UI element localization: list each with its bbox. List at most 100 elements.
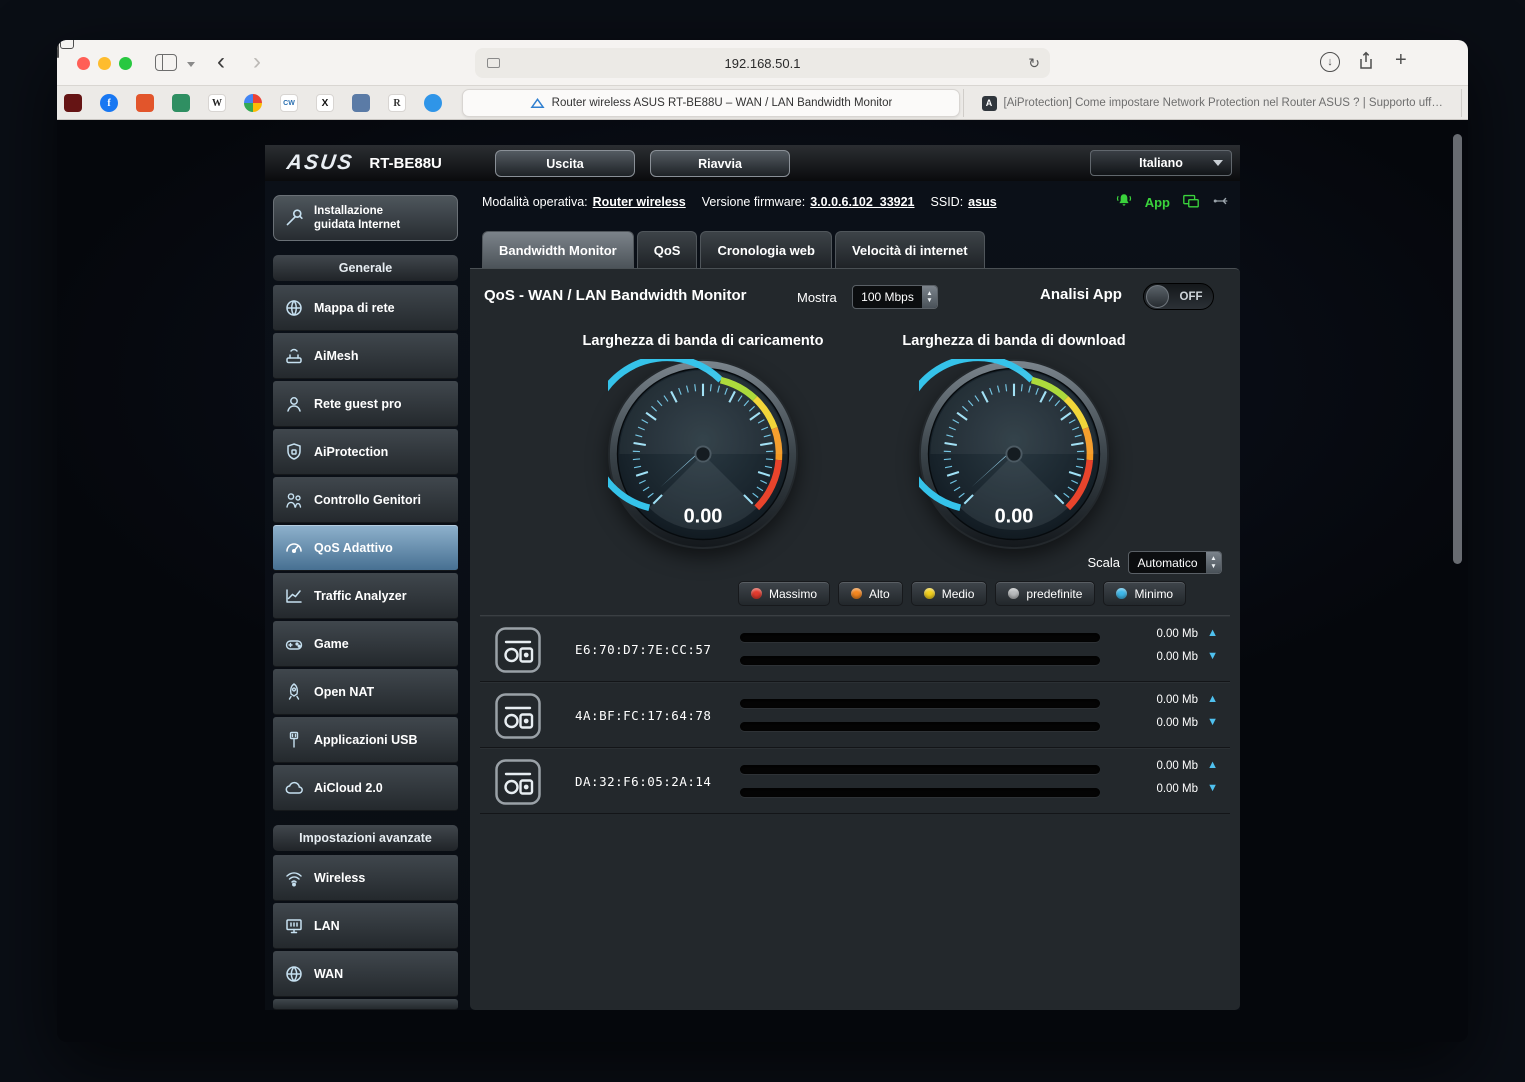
app-label[interactable]: App	[1145, 195, 1170, 210]
mode-link[interactable]: Router wireless	[593, 195, 686, 209]
bookmark-favicon[interactable]: W	[208, 94, 226, 112]
downloads-icon[interactable]: ↓	[1320, 52, 1340, 72]
sidebar-item-adaptive-qos[interactable]: QoS Adattivo	[273, 525, 458, 571]
wizard-wrench-icon	[282, 206, 306, 230]
tab-inactive[interactable]: A [AiProtection] Come impostare Network …	[963, 89, 1462, 117]
tab-qos[interactable]: QoS	[637, 231, 698, 268]
tab-title: Router wireless ASUS RT-BE88U – WAN / LA…	[552, 97, 893, 109]
chevron-down-icon	[1213, 160, 1223, 166]
zoom-window-button[interactable]	[119, 57, 132, 70]
logout-button[interactable]: Uscita	[495, 150, 635, 177]
bookmark-favicon[interactable]	[136, 94, 154, 112]
device-row[interactable]: 4A:BF:FC:17:64:78 0.00 Mb ▲ 0.00 Mb ▼	[480, 682, 1230, 748]
setup-wizard-label: Installazioneguidata Internet	[314, 204, 400, 233]
sidebar-item-partial[interactable]	[273, 999, 458, 1010]
sidebar-item-aiprotection[interactable]: AiProtection	[273, 429, 458, 475]
device-row[interactable]: DA:32:F6:05:2A:14 0.00 Mb ▲ 0.00 Mb ▼	[480, 748, 1230, 814]
stepper-icon[interactable]: ▲▼	[1206, 552, 1221, 573]
notification-bell-icon[interactable]	[1115, 192, 1133, 213]
upload-value: 0.00 Mb	[1156, 694, 1198, 706]
download-gauge-title: Larghezza di banda di download	[854, 333, 1174, 349]
upload-value: 0.00 Mb	[1156, 760, 1198, 772]
url-text: 192.168.50.1	[725, 56, 801, 71]
priority-legend: Massimo Alto Medio predefinite	[738, 581, 1186, 606]
asus-favicon	[530, 96, 545, 111]
legend-alto[interactable]: Alto	[838, 581, 903, 606]
reboot-button[interactable]: Riavvia	[650, 150, 790, 177]
bookmark-favicon[interactable]	[244, 94, 262, 112]
tab-web-history[interactable]: Cronologia web	[700, 231, 832, 268]
sidebar-item-aicloud[interactable]: AiCloud 2.0	[273, 765, 458, 811]
sidebar-item-setup-wizard[interactable]: Installazioneguidata Internet	[273, 195, 458, 241]
usb-icon[interactable]	[1212, 192, 1230, 213]
stepper-icon[interactable]: ▲▼	[922, 286, 937, 308]
device-list: E6:70:D7:7E:CC:57 0.00 Mb ▲ 0.00 Mb ▼	[480, 615, 1230, 814]
language-select[interactable]: Italiano	[1090, 150, 1232, 176]
sidebar-item-parental-controls[interactable]: Controllo Genitori	[273, 477, 458, 523]
sidebar-item-traffic-analyzer[interactable]: Traffic Analyzer	[273, 573, 458, 619]
bandwidth-select[interactable]: 100 Mbps ▲▼	[852, 285, 938, 309]
back-button[interactable]: ‹	[217, 46, 225, 78]
sidebar-item-guest-network[interactable]: Rete guest pro	[273, 381, 458, 427]
tab-internet-speed[interactable]: Velocità di internet	[835, 231, 985, 268]
device-row[interactable]: E6:70:D7:7E:CC:57 0.00 Mb ▲ 0.00 Mb ▼	[480, 616, 1230, 682]
new-tab-button[interactable]: +	[1395, 49, 1407, 72]
bookmark-favicon[interactable]: f	[100, 94, 118, 112]
download-bar	[740, 788, 1100, 797]
bookmark-favicon[interactable]: R	[388, 94, 406, 112]
sidebar-item-wan[interactable]: WAN	[273, 951, 458, 997]
minimize-window-button[interactable]	[98, 57, 111, 70]
parental-controls-icon	[283, 489, 305, 511]
upload-arrow-icon: ▲	[1207, 693, 1218, 705]
chevron-down-icon[interactable]	[187, 62, 195, 67]
sidebar-item-network-map[interactable]: Mappa di rete	[273, 285, 458, 331]
screen-share-icon[interactable]	[1182, 192, 1200, 213]
sidebar-item-usb-applications[interactable]: Applicazioni USB	[273, 717, 458, 763]
app-analysis-label: Analisi App	[1040, 286, 1122, 303]
site-settings-icon[interactable]	[487, 58, 500, 68]
ssid-link[interactable]: asus	[968, 195, 997, 209]
bookmark-favicon[interactable]: X	[316, 94, 334, 112]
download-bar	[740, 656, 1100, 665]
sidebar-item-game[interactable]: Game	[273, 621, 458, 667]
sidebar-item-lan[interactable]: LAN	[273, 903, 458, 949]
sidebar-item-open-nat[interactable]: Open NAT	[273, 669, 458, 715]
router-header: ASUS RT-BE88U Uscita Riavvia Italiano	[265, 145, 1240, 181]
app-analysis-toggle[interactable]: OFF	[1143, 283, 1214, 310]
tab-active[interactable]: Router wireless ASUS RT-BE88U – WAN / LA…	[462, 89, 960, 117]
address-bar[interactable]: 192.168.50.1 ↻	[475, 48, 1050, 78]
download-gauge: 0.00	[919, 359, 1109, 549]
shield-lock-icon	[283, 441, 305, 463]
sidebar-list-advanced: Wireless LAN WAN	[273, 855, 458, 1010]
usb-plug-icon	[283, 729, 305, 751]
upload-gauge-value: 0.00	[684, 505, 723, 527]
section-header-generale: Generale	[273, 255, 458, 281]
bookmark-favicon[interactable]	[424, 94, 442, 112]
forward-button[interactable]: ›	[253, 46, 261, 78]
legend-medio[interactable]: Medio	[911, 581, 988, 606]
legend-predefinite[interactable]: predefinite	[995, 581, 1095, 606]
legend-massimo[interactable]: Massimo	[738, 581, 830, 606]
firmware-link[interactable]: 3.0.0.6.102_33921	[810, 195, 914, 209]
guest-person-icon	[283, 393, 305, 415]
bookmark-favicon[interactable]	[172, 94, 190, 112]
tab-bandwidth-monitor[interactable]: Bandwidth Monitor	[482, 231, 634, 268]
close-window-button[interactable]	[77, 57, 90, 70]
device-icon	[495, 759, 541, 810]
tab-overview-icon[interactable]	[57, 40, 59, 58]
scale-select[interactable]: Automatico ▲▼	[1128, 551, 1222, 574]
share-icon[interactable]	[1358, 51, 1374, 76]
bookmark-favicon[interactable]	[352, 94, 370, 112]
bookmark-favicon[interactable]: CW	[280, 94, 298, 112]
download-bar	[740, 722, 1100, 731]
sidebar-item-wireless[interactable]: Wireless	[273, 855, 458, 901]
sidebar-item-aimesh[interactable]: AiMesh	[273, 333, 458, 379]
reload-icon[interactable]: ↻	[1028, 55, 1040, 72]
device-mac: E6:70:D7:7E:CC:57	[575, 617, 711, 683]
upload-gauge: 0.00	[608, 359, 798, 549]
legend-minimo[interactable]: Minimo	[1103, 581, 1186, 606]
bookmark-favicon[interactable]	[64, 94, 82, 112]
legend-dot	[1008, 588, 1019, 599]
vertical-scrollbar[interactable]	[1453, 134, 1462, 564]
sidebar-toggle-icon[interactable]	[155, 54, 177, 71]
